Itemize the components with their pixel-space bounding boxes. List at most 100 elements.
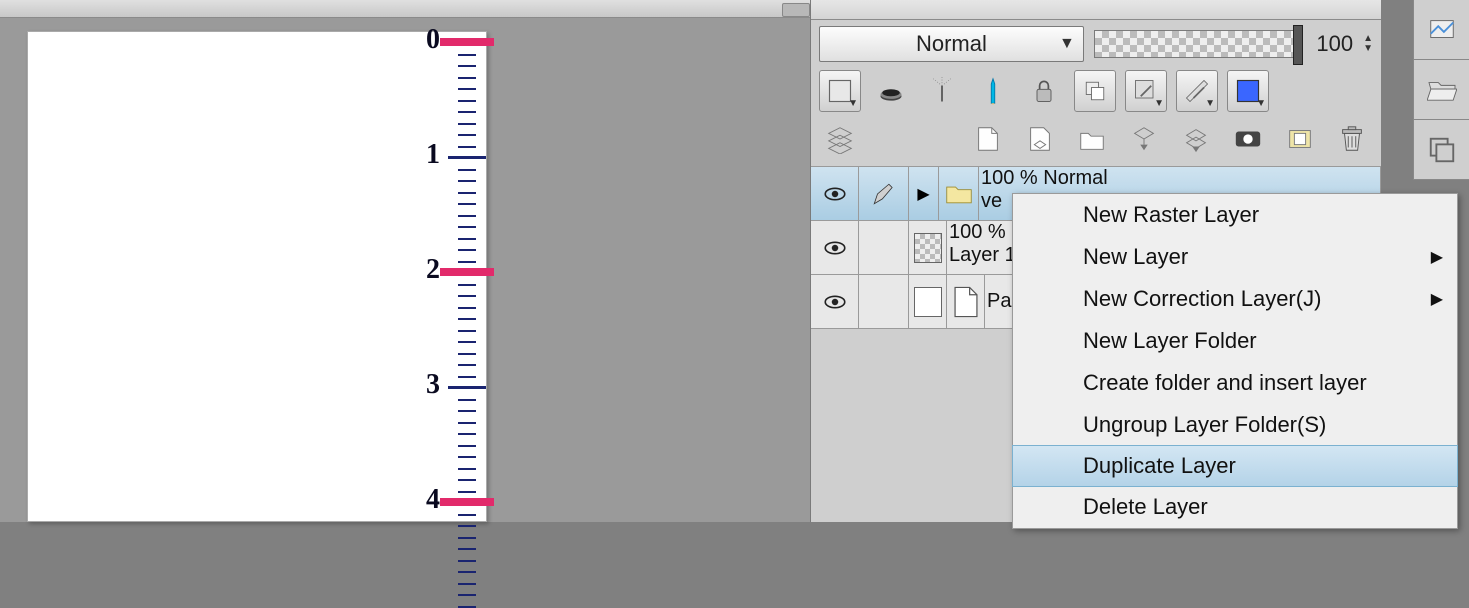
- merge-down-button[interactable]: [1175, 118, 1217, 160]
- triangle-right-icon: ▶: [917, 184, 929, 204]
- pencil-button[interactable]: [972, 70, 1014, 112]
- white-thumb-icon: [914, 287, 942, 317]
- menu-item[interactable]: New Layer ▶: [1013, 236, 1457, 278]
- lock-button[interactable]: [1023, 70, 1065, 112]
- layer-opacity-label: 100 %: [949, 221, 1006, 243]
- ruler-label: 0: [410, 24, 440, 56]
- trash-icon: [1337, 124, 1367, 154]
- right-dock: [1413, 0, 1469, 180]
- eye-icon: [822, 289, 848, 315]
- mask-remove-button[interactable]: ▼: [1125, 70, 1167, 112]
- chevron-down-icon: ▼: [1059, 35, 1075, 53]
- layer-thumbnail: [909, 275, 947, 328]
- navigator-button[interactable]: [1414, 0, 1469, 60]
- new-page-icon: [973, 124, 1003, 154]
- menu-item-label: New Correction Layer(J): [1083, 286, 1321, 312]
- folder-open-icon: [1427, 77, 1457, 103]
- chevron-down-icon: ▼: [1205, 98, 1215, 109]
- submenu-arrow-icon: ▶: [1431, 289, 1443, 309]
- pencil-icon: [979, 77, 1007, 105]
- palette-color-button[interactable]: ▼: [819, 70, 861, 112]
- adjustment-button[interactable]: [1227, 118, 1269, 160]
- ruler-remove-button[interactable]: ▼: [1176, 70, 1218, 112]
- layer-thumbnail: [909, 221, 947, 274]
- transfer-down-button[interactable]: [1123, 118, 1165, 160]
- chevron-down-icon: ▼: [1154, 98, 1164, 109]
- folder-thumbnail: [939, 167, 979, 220]
- wand-button[interactable]: [921, 70, 963, 112]
- opacity-value: 100: [1310, 31, 1353, 57]
- folder-plus-icon: [1077, 124, 1107, 154]
- paper-icon: [951, 285, 981, 319]
- document-tabs-bar: [0, 0, 810, 18]
- document-canvas[interactable]: 01234: [27, 31, 487, 522]
- visibility-toggle[interactable]: [811, 221, 859, 274]
- adjustment-icon: [1233, 124, 1263, 154]
- new-layer-button[interactable]: [967, 118, 1009, 160]
- transfer-down-icon: [1129, 124, 1159, 154]
- stepper-up-icon[interactable]: ▲: [1363, 35, 1373, 43]
- layer-context-menu[interactable]: New Raster LayerNew Layer▶New Correction…: [1012, 193, 1458, 529]
- layer-tool-row-2: [811, 116, 1381, 167]
- menu-item-label: New Layer: [1083, 244, 1188, 270]
- active-draw-toggle[interactable]: [859, 221, 909, 274]
- lock-icon: [1030, 77, 1058, 105]
- active-draw-toggle[interactable]: [859, 167, 909, 220]
- visibility-toggle[interactable]: [811, 167, 859, 220]
- layer-color-button[interactable]: ▼: [1227, 70, 1269, 112]
- menu-item[interactable]: New Raster Layer: [1013, 194, 1457, 236]
- navigator-icon: [1427, 15, 1457, 45]
- ruler-label: 3: [410, 369, 440, 401]
- ink-button[interactable]: [870, 70, 912, 112]
- mask-copy-icon: [1081, 77, 1109, 105]
- windows-stack-button[interactable]: [1414, 120, 1469, 180]
- menu-item[interactable]: Create folder and insert layer: [1013, 362, 1457, 404]
- pen-icon: [871, 181, 897, 207]
- sparkle-icon: [928, 77, 956, 105]
- menu-item-label: Duplicate Layer: [1083, 453, 1236, 479]
- menu-item-label: New Raster Layer: [1083, 202, 1259, 228]
- eye-icon: [822, 235, 848, 261]
- ruler-label: 4: [410, 484, 440, 516]
- menu-item-label: Delete Layer: [1083, 494, 1208, 520]
- layer-tool-row-1: ▼ ▼ ▼: [811, 68, 1381, 116]
- blend-mode-value: Normal: [916, 31, 987, 57]
- blend-stack-button[interactable]: [819, 118, 861, 160]
- layer-opacity-label: 100 %: [981, 167, 1038, 189]
- mask-copy-button[interactable]: [1074, 70, 1116, 112]
- menu-item[interactable]: New Correction Layer(J) ▶: [1013, 278, 1457, 320]
- opacity-stepper[interactable]: ▲ ▼: [1363, 35, 1373, 53]
- blend-mode-dropdown[interactable]: Normal ▼: [819, 26, 1084, 62]
- active-draw-toggle[interactable]: [859, 275, 909, 328]
- delete-layer-button[interactable]: [1331, 118, 1373, 160]
- scrollbar-handle[interactable]: [782, 3, 810, 17]
- clip-button[interactable]: [1279, 118, 1321, 160]
- new-3d-layer-button[interactable]: [1019, 118, 1061, 160]
- layer-name-label: Layer 1: [949, 244, 1016, 267]
- submenu-arrow-icon: ▶: [1431, 247, 1443, 267]
- chevron-down-icon: ▼: [848, 98, 858, 109]
- open-folder-button[interactable]: [1414, 60, 1469, 120]
- ink-icon: [877, 77, 905, 105]
- blend-and-opacity-row: Normal ▼ 100 ▲ ▼: [811, 20, 1381, 68]
- menu-item-label: Create folder and insert layer: [1083, 370, 1367, 396]
- menu-item[interactable]: New Layer Folder: [1013, 320, 1457, 362]
- visibility-toggle[interactable]: [811, 275, 859, 328]
- layer-thumbnail-paper: [947, 275, 985, 328]
- menu-item[interactable]: Duplicate Layer: [1012, 445, 1458, 487]
- opacity-slider-thumb[interactable]: [1293, 25, 1303, 65]
- menu-item-label: Ungroup Layer Folder(S): [1083, 412, 1326, 438]
- menu-item[interactable]: Ungroup Layer Folder(S): [1013, 404, 1457, 446]
- folder-icon: [945, 183, 973, 205]
- stepper-down-icon[interactable]: ▼: [1363, 45, 1373, 53]
- new-folder-button[interactable]: [1071, 118, 1113, 160]
- opacity-slider[interactable]: [1094, 30, 1300, 58]
- expand-folder-toggle[interactable]: ▶: [909, 167, 939, 220]
- layer-name-label: ve: [981, 190, 1002, 213]
- canvas-viewport[interactable]: 01234: [0, 0, 810, 522]
- windows-icon: [1427, 135, 1457, 165]
- clip-icon: [1285, 124, 1315, 154]
- vertical-ruler-drawing: 01234: [448, 42, 478, 521]
- eye-icon: [822, 181, 848, 207]
- new-3d-page-icon: [1025, 124, 1055, 154]
